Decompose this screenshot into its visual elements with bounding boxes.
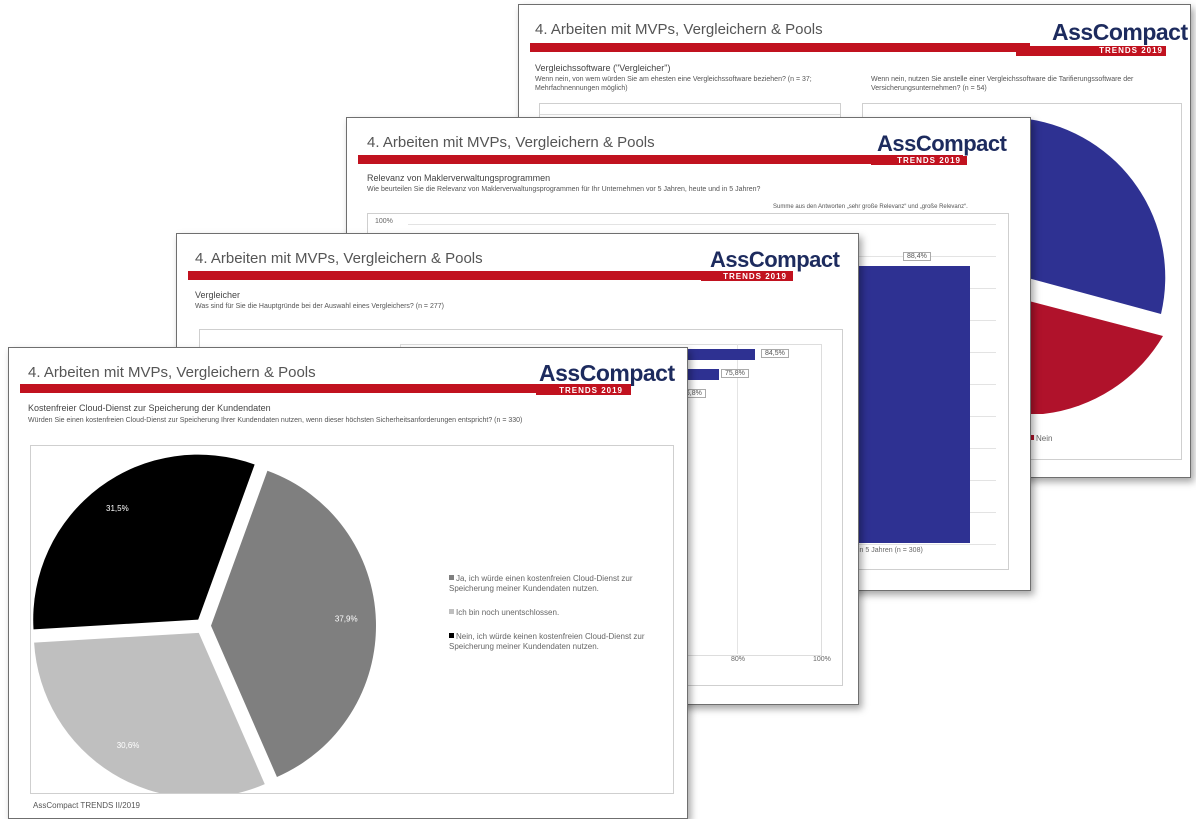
question: Was sind für Sie die Hauptgründe bei der…: [195, 303, 444, 310]
data-label-88-4: 88,4%: [903, 252, 931, 261]
gridline: [540, 114, 840, 115]
data-label-30-6: 30,6%: [117, 741, 140, 750]
legend-swatch: [449, 575, 454, 580]
slide-subtitle: Vergleicher: [195, 290, 241, 300]
question: Würden Sie einen kostenfreien Cloud-Dien…: [28, 417, 523, 424]
footer-text: AssCompact TRENDS II/2019: [33, 801, 141, 810]
pie-slice-ja: [1013, 119, 1166, 314]
trends-badge: TRENDS 2019: [1016, 46, 1166, 56]
question-left: Wenn nein, von wem würden Sie am ehesten…: [535, 76, 812, 92]
legend-item-nein: Nein, ich würde keinen kostenfreien Clou…: [449, 632, 645, 651]
pie-slice-nein-shape: [1023, 300, 1163, 414]
slide-cloud-dienst: 4. Arbeiten mit MVPs, Vergleichern & Poo…: [8, 347, 688, 819]
pie-slice-nein: [1023, 300, 1163, 414]
legend-swatch: [449, 633, 454, 638]
asscompact-logo: AssCompact: [1052, 19, 1188, 45]
pie-slice-ja-shape: [1013, 119, 1166, 314]
xcat-in-5-jahren: in 5 Jahren (n = 308): [858, 547, 923, 554]
slide-subtitle: Vergleichssoftware ("Vergleicher"): [535, 63, 671, 73]
asscompact-logo: AssCompact: [877, 131, 1007, 156]
xtick-80: 80%: [731, 656, 746, 663]
chart-note: Summe aus den Antworten „sehr große Rele…: [773, 204, 968, 210]
slide-title: 4. Arbeiten mit MVPs, Vergleichern & Poo…: [367, 134, 655, 151]
legend-item-ja: Ja, ich würde einen kostenfreien Cloud-D…: [449, 574, 633, 593]
slide-title: 4. Arbeiten mit MVPs, Vergleichern & Poo…: [28, 364, 316, 381]
slide-subtitle: Kostenfreier Cloud-Dienst zur Speicherun…: [28, 403, 271, 413]
question-right: Wenn nein, nutzen Sie anstelle einer Ver…: [871, 76, 1134, 92]
ytick-100: 100%: [375, 218, 393, 225]
cloud-pie-svg: 37,9% 30,6% 31,5%: [33, 454, 376, 793]
trends-badge: TRENDS 2019: [701, 272, 793, 281]
xtick-100: 100%: [813, 656, 831, 663]
data-label-37-9: 37,9%: [335, 615, 358, 624]
asscompact-logo: AssCompact: [710, 247, 840, 272]
pie-chart-panel: 37,9% 30,6% 31,5% Ja, ich würde einen kost…: [30, 445, 674, 794]
trends-badge: TRENDS 2019: [871, 156, 967, 165]
trends-badge: TRENDS 2019: [536, 386, 631, 395]
data-label-84-5: 84,5%: [761, 349, 789, 358]
asscompact-logo: AssCompact: [539, 360, 675, 386]
title-underline: [530, 43, 1030, 52]
data-label-31-5: 31,5%: [106, 504, 129, 513]
gridline-80: [737, 344, 738, 654]
question: Wie beurteilen Sie die Relevanz von Makl…: [367, 186, 761, 193]
slide-title: 4. Arbeiten mit MVPs, Vergleichern & Poo…: [535, 21, 823, 38]
legend-swatch: [449, 609, 454, 614]
pie-legend: Ja, ich würde einen kostenfreien Cloud-D…: [449, 574, 649, 652]
legend-item-unentschlossen: Ich bin noch unentschlossen.: [449, 608, 649, 618]
data-label-75-8: 75,8%: [721, 369, 749, 378]
slide-title: 4. Arbeiten mit MVPs, Vergleichern & Poo…: [195, 250, 483, 267]
legend-item-nein: Nein: [1029, 434, 1052, 444]
bar-in-5-jahren: [858, 266, 970, 543]
slide-subtitle: Relevanz von Maklerverwaltungsprogrammen: [367, 173, 551, 183]
